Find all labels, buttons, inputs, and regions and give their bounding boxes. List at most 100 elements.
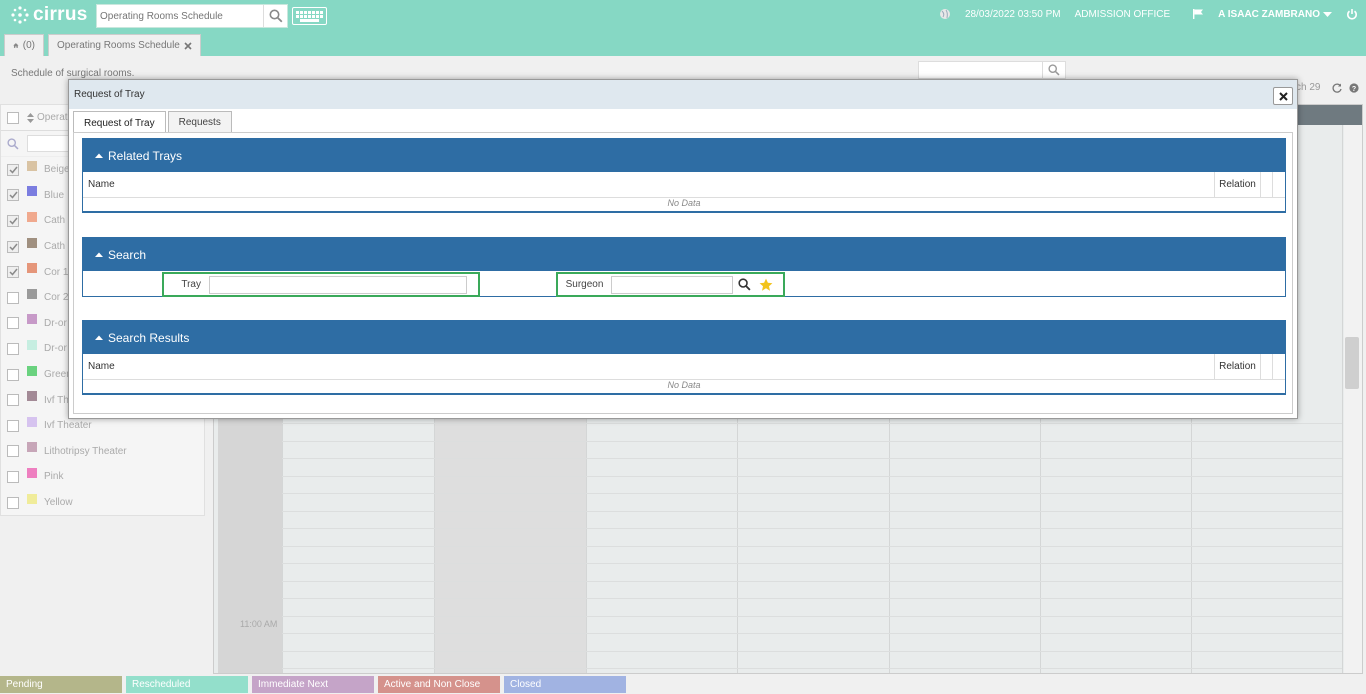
grid-row-line — [282, 580, 1342, 582]
page-subtitle: Schedule of surgical rooms. — [11, 68, 135, 79]
room-name: Beige — [44, 164, 70, 176]
room-color-swatch — [27, 493, 37, 504]
room-checkbox[interactable] — [7, 368, 19, 381]
room-checkbox[interactable] — [7, 342, 19, 355]
room-color-swatch — [27, 339, 37, 350]
room-checkbox[interactable] — [7, 317, 19, 330]
dialog-body: Related Trays Name Relation No Data Sear… — [73, 132, 1293, 414]
room-color-swatch — [27, 467, 37, 478]
schedule-search-button[interactable] — [1043, 62, 1065, 78]
column-spacer — [1273, 172, 1285, 197]
department-label[interactable]: ADMISSION OFFICE — [1075, 9, 1171, 20]
schedule-search-input[interactable] — [919, 62, 1043, 78]
related-trays-header[interactable]: Related Trays — [83, 139, 1285, 172]
sort-icon[interactable] — [27, 112, 34, 123]
room-list-item[interactable]: Yellow — [1, 490, 204, 516]
room-name: Ivf Theater — [44, 420, 92, 432]
home-tab[interactable]: (0) — [4, 34, 44, 56]
room-checkbox[interactable] — [7, 470, 19, 483]
search-results-header[interactable]: Search Results — [83, 321, 1285, 354]
grid-row-line — [282, 440, 1342, 442]
room-name: Yellow — [44, 497, 73, 509]
app-logo[interactable]: cirrus — [10, 4, 88, 26]
room-color-swatch — [27, 186, 37, 197]
grid-row-line — [282, 423, 1342, 424]
close-icon[interactable] — [184, 41, 192, 50]
check-icon — [8, 191, 18, 200]
room-checkbox[interactable] — [7, 419, 19, 432]
legend-item: Closed — [504, 676, 626, 693]
flag-icon[interactable] — [1192, 8, 1204, 20]
room-checkbox[interactable] — [7, 394, 19, 407]
grid-row-line — [282, 528, 1342, 529]
legend-item: Immediate Next — [252, 676, 374, 693]
user-menu[interactable]: A ISAAC ZAMBRANO — [1218, 9, 1332, 20]
schedule-date: ch 29 — [1296, 82, 1321, 93]
power-icon[interactable] — [1346, 8, 1358, 20]
legend-item: Rescheduled — [126, 676, 248, 693]
dialog-tabs: Request of Tray Requests — [73, 111, 234, 134]
grid-row-line — [282, 545, 1342, 547]
column-name[interactable]: Name — [83, 172, 1215, 197]
column-relation[interactable]: Relation — [1215, 354, 1261, 379]
related-trays-empty-message: No Data — [83, 198, 1285, 212]
legend-item: Active and Non Close — [378, 676, 500, 693]
room-color-swatch — [27, 365, 37, 376]
room-color-swatch — [27, 160, 37, 171]
dialog-titlebar: Request of Tray — [69, 80, 1297, 109]
surgeon-favorites-button[interactable] — [755, 275, 777, 295]
grid-row-line — [282, 615, 1342, 617]
room-color-swatch — [27, 288, 37, 299]
scrollbar-thumb[interactable] — [1345, 337, 1359, 389]
tab-request-of-tray[interactable]: Request of Tray — [73, 111, 166, 134]
refresh-icon[interactable] — [1332, 83, 1342, 93]
calendar-scrollbar[interactable] — [1344, 125, 1362, 673]
surgeon-field: Surgeon — [556, 272, 785, 297]
current-datetime: 28/03/2022 03:50 PM — [964, 8, 1061, 20]
tray-input[interactable] — [209, 275, 467, 294]
room-name: Cor 1 — [44, 266, 69, 278]
column-name[interactable]: Name — [83, 354, 1215, 379]
globe-icon[interactable] — [939, 8, 951, 20]
grid-row-line — [282, 598, 1342, 599]
column-relation[interactable]: Relation — [1215, 172, 1261, 197]
rooms-column-title[interactable]: Operati — [37, 112, 70, 123]
room-color-swatch — [27, 211, 37, 222]
room-checkbox[interactable] — [7, 496, 19, 509]
surgeon-input[interactable] — [611, 275, 733, 294]
room-checkbox[interactable] — [7, 163, 19, 176]
keyboard-icon — [296, 10, 323, 22]
global-search-input[interactable] — [97, 5, 263, 27]
room-color-swatch — [27, 263, 37, 274]
virtual-keyboard-button[interactable] — [292, 7, 327, 25]
help-icon[interactable]: ? — [1349, 83, 1359, 93]
room-checkbox[interactable] — [7, 189, 19, 202]
room-name: Cor 2 — [44, 292, 69, 304]
room-checkbox[interactable] — [7, 445, 19, 458]
room-color-swatch — [27, 237, 37, 248]
schedule-search — [918, 61, 1066, 79]
search-results-title: Search Results — [108, 330, 190, 345]
grid-row-line — [282, 633, 1342, 634]
check-icon — [8, 268, 18, 276]
search-header[interactable]: Search — [83, 238, 1285, 271]
select-all-checkbox[interactable] — [7, 111, 19, 124]
dialog-close-button[interactable] — [1273, 87, 1293, 105]
collapse-caret-icon — [95, 153, 103, 158]
tab-operating-rooms-schedule[interactable]: Operating Rooms Schedule — [48, 34, 201, 56]
tab-requests[interactable]: Requests — [167, 111, 232, 133]
collapse-caret-icon — [95, 335, 103, 340]
room-list-item[interactable]: Lithotripsy Theater — [1, 439, 204, 465]
top-right-status: 28/03/2022 03:50 PM ADMISSION OFFICE A I… — [925, 0, 1358, 28]
surgeon-search-button[interactable] — [733, 275, 755, 295]
room-checkbox[interactable] — [7, 291, 19, 304]
global-search-button[interactable] — [263, 5, 287, 27]
legend-item: Pending — [0, 676, 122, 693]
svg-text:?: ? — [1352, 86, 1356, 93]
room-checkbox[interactable] — [7, 214, 19, 227]
room-checkbox[interactable] — [7, 240, 19, 253]
room-list-item[interactable]: Pink — [1, 464, 204, 490]
surgeon-label: Surgeon — [565, 279, 604, 290]
room-checkbox[interactable] — [7, 266, 19, 279]
status-legend: Pending Rescheduled Immediate Next Active a… — [0, 676, 1366, 694]
